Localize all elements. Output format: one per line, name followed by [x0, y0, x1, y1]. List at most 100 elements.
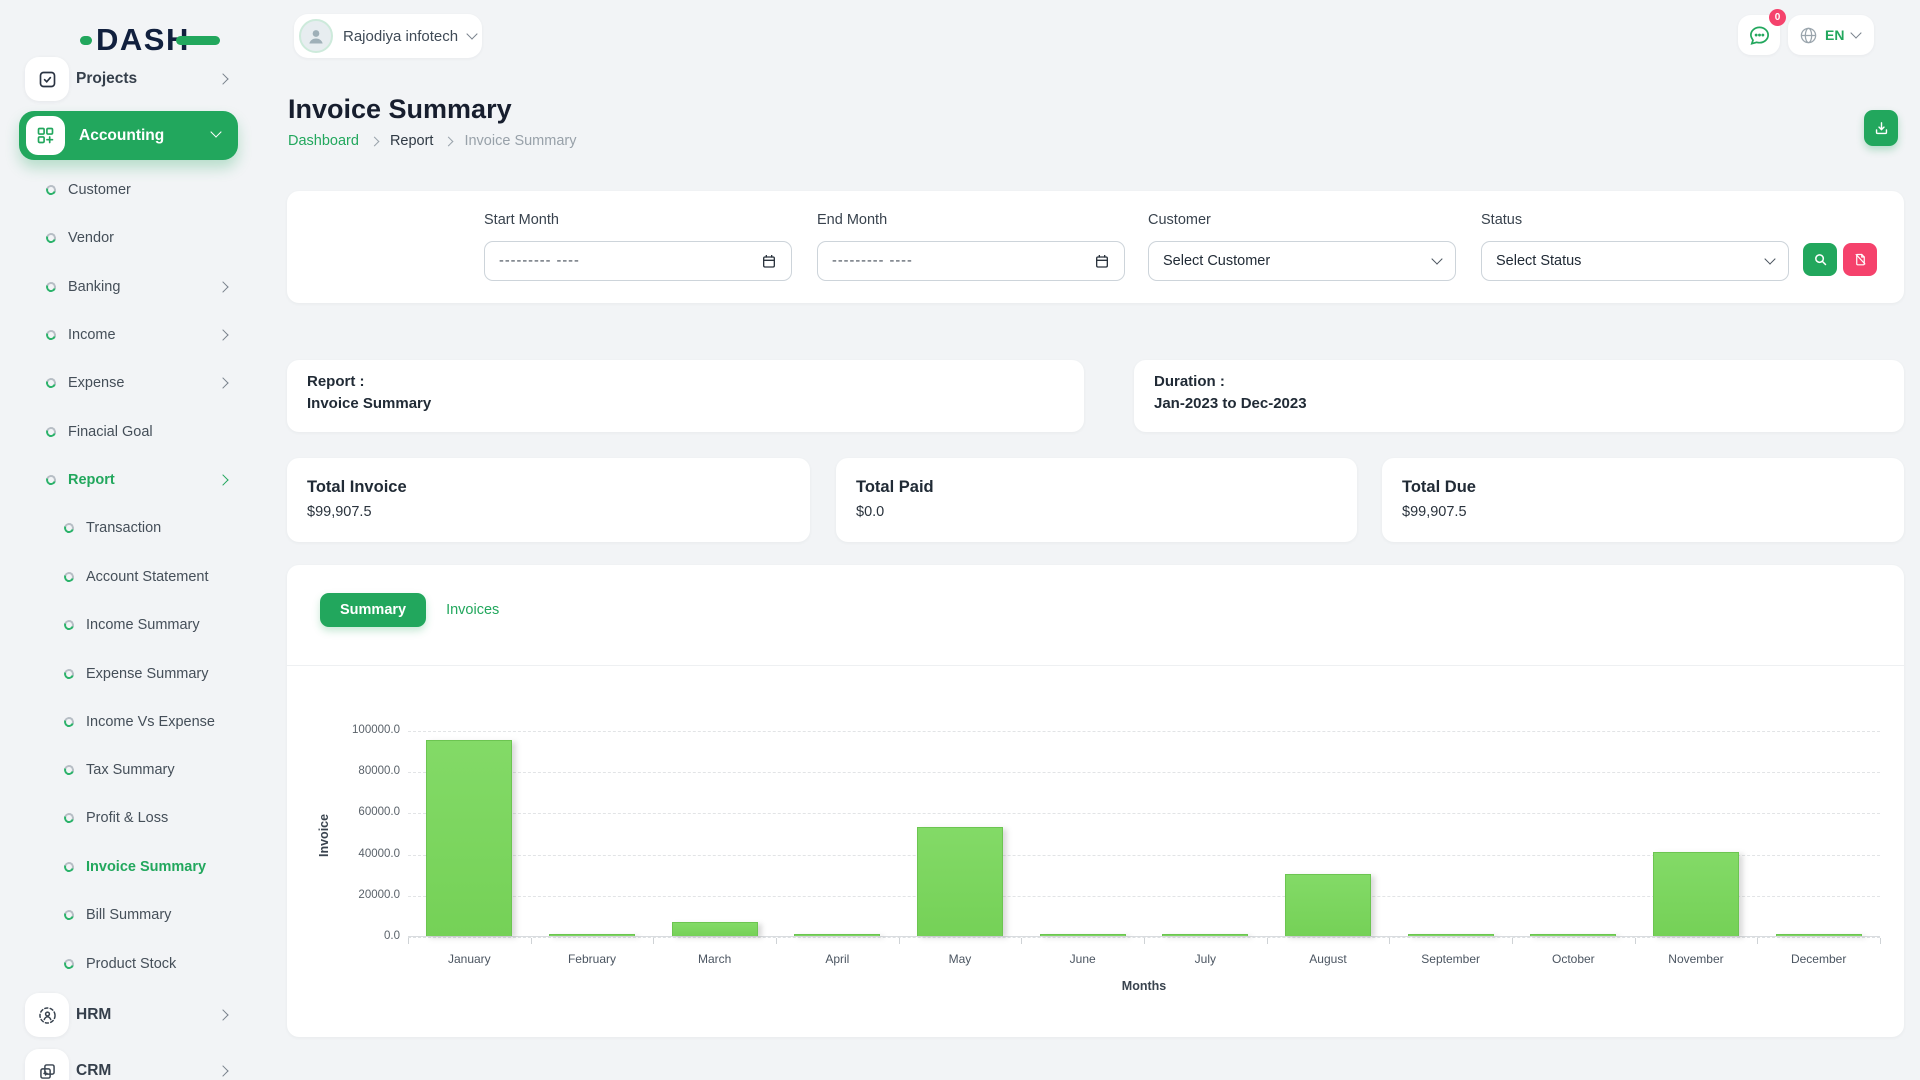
download-button[interactable] [1864, 110, 1898, 146]
x-tick [1757, 938, 1758, 944]
sidebar-item-label: Customer [68, 166, 131, 214]
chevron-right-icon [217, 329, 228, 340]
language-selector[interactable]: EN [1788, 15, 1874, 55]
bullet-icon [44, 473, 57, 486]
x-tick [1880, 938, 1881, 944]
total-card-value: $0.0 [856, 504, 884, 520]
messages-button[interactable]: 0 [1738, 15, 1780, 55]
sidebar-item-label: Income Vs Expense [86, 698, 215, 746]
breadcrumb-dashboard[interactable]: Dashboard [288, 133, 359, 149]
sidebar-item-accounting[interactable]: Accounting [0, 111, 262, 160]
total-card-label: Total Paid [856, 478, 934, 497]
hrm-icon [25, 993, 69, 1037]
bar-chart: 0.020000.040000.060000.080000.0100000.0J… [408, 725, 1880, 937]
company-selector[interactable]: Rajodiya infotech [294, 14, 482, 58]
bar-january [426, 740, 512, 936]
x-tick [1389, 938, 1390, 944]
sidebar-item-income-vs-expense[interactable]: Income Vs Expense [0, 698, 262, 746]
sidebar-item-hrm[interactable]: HRM [0, 991, 262, 1039]
sidebar-item-profit-loss[interactable]: Profit & Loss [0, 794, 262, 842]
duration-value: Jan-2023 to Dec-2023 [1154, 395, 1307, 412]
x-tick-label: January [408, 952, 531, 966]
sidebar-item-income-summary[interactable]: Income Summary [0, 601, 262, 649]
status-label: Status [1481, 212, 1522, 228]
sidebar-item-income[interactable]: Income [0, 311, 262, 359]
bullet-icon [62, 763, 75, 776]
y-tick-label: 80000.0 [326, 765, 400, 777]
end-month-input[interactable]: --------- ---- [817, 241, 1125, 281]
x-tick [653, 938, 654, 944]
sidebar-item-invoice-summary[interactable]: Invoice Summary [0, 843, 262, 891]
sidebar-item-account-statement[interactable]: Account Statement [0, 553, 262, 601]
sidebar-item-report[interactable]: Report [0, 456, 262, 504]
company-name: Rajodiya infotech [343, 28, 458, 45]
breadcrumb-report[interactable]: Report [390, 133, 434, 149]
status-select[interactable]: Select Status [1481, 241, 1789, 281]
total-card-total-invoice: Total Invoice$99,907.5 [287, 458, 810, 542]
x-tick-label: August [1267, 952, 1390, 966]
sidebar-item-projects[interactable]: Projects [0, 55, 262, 103]
search-icon [1813, 252, 1828, 267]
bar-december [1776, 934, 1862, 936]
y-axis-title: Invoice [317, 770, 331, 900]
sidebar-item-expense-summary[interactable]: Expense Summary [0, 650, 262, 698]
bar-september [1408, 934, 1494, 936]
globe-icon [1799, 26, 1818, 45]
bullet-icon [44, 280, 57, 293]
x-tick-label: May [899, 952, 1022, 966]
sidebar-item-finacial-goal[interactable]: Finacial Goal [0, 408, 262, 456]
x-tick [776, 938, 777, 944]
tab-summary[interactable]: Summary [320, 593, 426, 627]
bullet-icon [62, 570, 75, 583]
chevron-down-icon [466, 28, 477, 39]
bullet-icon [62, 521, 75, 534]
sidebar-item-expense[interactable]: Expense [0, 359, 262, 407]
logo-bar [176, 36, 220, 45]
y-tick-label: 0.0 [326, 930, 400, 942]
sidebar-item-label: Banking [68, 263, 120, 311]
sidebar-item-label: Expense Summary [86, 650, 209, 698]
sidebar-item-vendor[interactable]: Vendor [0, 214, 262, 262]
start-month-input[interactable]: --------- ---- [484, 241, 792, 281]
chevron-right-icon [217, 474, 228, 485]
sidebar-item-product-stock[interactable]: Product Stock [0, 940, 262, 988]
tab-invoices[interactable]: Invoices [442, 593, 503, 627]
reset-button[interactable] [1843, 243, 1877, 276]
x-tick [1267, 938, 1268, 944]
sidebar-item-crm[interactable]: CRM [0, 1047, 262, 1080]
bullet-icon [44, 425, 57, 438]
accounting-icon [26, 116, 65, 155]
customer-select[interactable]: Select Customer [1148, 241, 1456, 281]
x-tick-label: February [531, 952, 654, 966]
report-value: Invoice Summary [307, 395, 431, 412]
bar-march [672, 922, 758, 936]
sidebar-item-customer[interactable]: Customer [0, 166, 262, 214]
bar-may [917, 827, 1003, 936]
language-code: EN [1825, 27, 1844, 43]
logo-dot [80, 36, 92, 45]
sidebar-item-transaction[interactable]: Transaction [0, 504, 262, 552]
chart-card: Summary Invoices Invoice 0.020000.040000.… [287, 565, 1904, 1037]
gridline [408, 731, 1880, 732]
sidebar-item-tax-summary[interactable]: Tax Summary [0, 746, 262, 794]
bar-july [1162, 934, 1248, 936]
sidebar-item-label: Finacial Goal [68, 408, 153, 456]
sidebar-item-banking[interactable]: Banking [0, 263, 262, 311]
chevron-right-icon [217, 1009, 228, 1020]
search-button[interactable] [1803, 243, 1837, 276]
sidebar-item-bill-summary[interactable]: Bill Summary [0, 891, 262, 939]
sidebar-item-label: Vendor [68, 214, 114, 262]
customer-label: Customer [1148, 212, 1211, 228]
calendar-icon[interactable] [1094, 253, 1110, 269]
calendar-icon[interactable] [761, 253, 777, 269]
bar-april [794, 934, 880, 936]
duration-card: Duration : Jan-2023 to Dec-2023 [1134, 360, 1904, 432]
bullet-icon [44, 183, 57, 196]
x-tick [1512, 938, 1513, 944]
bullet-icon [44, 231, 57, 244]
sidebar-item-label: Income Summary [86, 601, 200, 649]
bar-june [1040, 934, 1126, 936]
x-tick-label: June [1021, 952, 1144, 966]
chevron-down-icon [1851, 27, 1862, 38]
y-tick-label: 20000.0 [326, 889, 400, 901]
